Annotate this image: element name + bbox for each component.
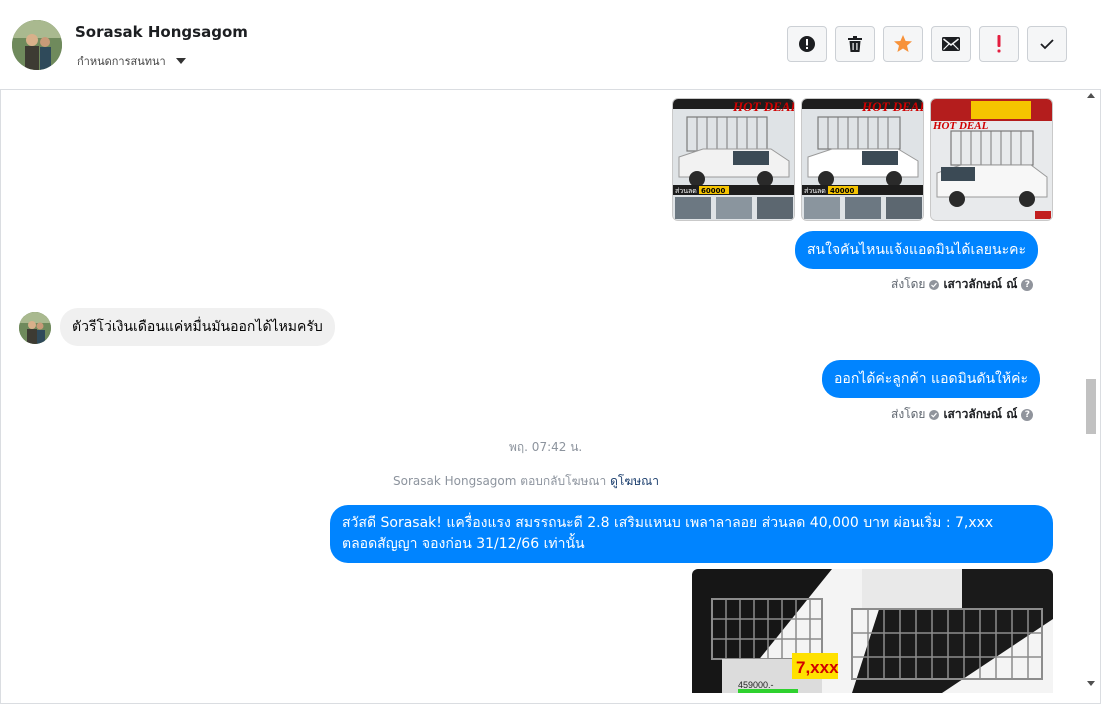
header-actions — [787, 26, 1067, 62]
mark-unread-button[interactable] — [931, 26, 971, 62]
spam-button[interactable] — [979, 26, 1019, 62]
sender-name[interactable]: เสาวลักษณ์ ณ์ — [943, 405, 1017, 424]
sent-by-line: ส่งโดย เสาวลักษณ์ ณ์ ? — [891, 405, 1034, 424]
hot-deal-badge: HOT DEAL — [861, 99, 924, 114]
svg-text:ส่วนลด: ส่วนลด — [804, 187, 826, 195]
sender-name[interactable]: เสาวลักษณ์ ณ์ — [943, 275, 1017, 294]
sent-by-prefix: ส่งโดย — [891, 277, 926, 291]
ad-reply-notice: Sorasak Hongsagom ตอบกลับโฆษณา ดูโฆษณา — [393, 472, 659, 491]
outgoing-message-ad-greeting[interactable]: สวัสดี Sorasak! แครื่องแรง สมรรถนะดี 2.8… — [330, 505, 1053, 563]
promo-image-2[interactable]: HOT DEAL ส่วนลด 40000 — [801, 98, 924, 221]
promo-price-1: 60000 — [701, 187, 725, 195]
report-button[interactable] — [787, 26, 827, 62]
promo-image-3[interactable]: HOT DEAL — [930, 98, 1053, 221]
envelope-icon — [942, 37, 960, 51]
promo-price-2: 40000 — [830, 187, 854, 195]
hot-deal-badge: HOT DEAL — [932, 120, 989, 132]
promo-image-1[interactable]: HOT DEAL ส่วนลด 60000 — [672, 98, 795, 221]
sent-by-prefix: ส่งโดย — [891, 407, 926, 421]
contact-name[interactable]: Sorasak Hongsagom — [75, 23, 248, 41]
contact-avatar[interactable] — [12, 20, 62, 70]
view-ad-link[interactable]: ดูโฆษณา — [610, 474, 659, 488]
svg-text:ส่วนลด: ส่วนลด — [675, 187, 697, 195]
incoming-message[interactable]: ตัวรีโว่เงินเดือนแค่หมื่นมันออกได้ไหมครั… — [60, 308, 335, 346]
message-line: สวัสดี Sorasak! แครื่องแรง สมรรถนะดี 2.8… — [342, 515, 994, 531]
thread-scrollbar[interactable] — [1083, 91, 1100, 693]
promo-images-row: HOT DEAL ส่วนลด 60000 HOT DEAL ส่วนลด 40… — [672, 98, 1053, 221]
done-button[interactable] — [1027, 26, 1067, 62]
exclamation-icon — [997, 35, 1001, 53]
help-icon[interactable]: ? — [1021, 408, 1034, 421]
trash-icon — [848, 36, 862, 52]
help-icon[interactable]: ? — [1021, 278, 1034, 291]
check-icon — [1040, 39, 1054, 50]
sent-by-line: ส่งโดย เสาวลักษณ์ ณ์ ? — [891, 275, 1034, 294]
scroll-up-arrow-icon[interactable] — [1087, 93, 1095, 98]
ad-reply-text: Sorasak Hongsagom ตอบกลับโฆษณา — [393, 474, 607, 488]
message-thread[interactable]: HOT DEAL ส่วนลด 60000 HOT DEAL ส่วนลด 40… — [1, 91, 1082, 693]
big-promo-price: 7,xxx — [796, 658, 839, 677]
scrollbar-thumb[interactable] — [1086, 379, 1096, 434]
old-price: 459000.- — [738, 680, 774, 690]
conversation-settings-dropdown[interactable]: กำหนดการสนทนา — [77, 52, 186, 70]
delete-button[interactable] — [835, 26, 875, 62]
message-line: ตลอดสัญญา จองก่อน 31/12/66 เท่านั้น — [342, 536, 585, 552]
conversation-settings-label: กำหนดการสนทนา — [77, 55, 166, 68]
star-button[interactable] — [883, 26, 923, 62]
verified-check-icon — [929, 279, 940, 290]
scroll-down-arrow-icon[interactable] — [1087, 681, 1095, 686]
conversation-header: Sorasak Hongsagom กำหนดการสนทนา — [0, 0, 1101, 90]
message-timestamp: พฤ. 07:42 น. — [509, 440, 583, 454]
star-icon — [894, 35, 912, 52]
report-icon — [799, 36, 815, 52]
outgoing-message[interactable]: ออกได้ค่ะลูกค้า แอดมินดันให้ค่ะ — [822, 360, 1040, 398]
caret-down-icon — [175, 58, 186, 64]
promo-image-large[interactable]: 7,xxx 459000.- — [692, 569, 1053, 693]
outgoing-message[interactable]: สนใจคันไหนแจ้งแอดมินได้เลยนะคะ — [795, 231, 1038, 269]
contact-avatar-small[interactable] — [19, 312, 51, 344]
verified-check-icon — [929, 409, 940, 420]
hot-deal-badge: HOT DEAL — [732, 99, 795, 114]
